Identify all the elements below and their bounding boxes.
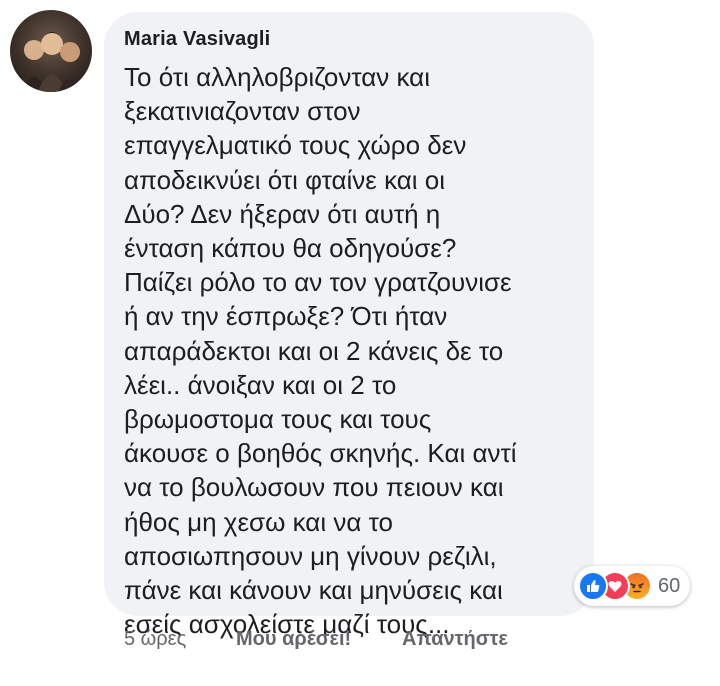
comment-text-line: Δύο? Δεν ήξεραν ότι αυτή η	[124, 198, 441, 229]
reaction-summary[interactable]: 60	[574, 566, 691, 606]
comment-text-line: Παίζει ρόλο το αν τον γρατζουνισε	[124, 267, 512, 298]
like-icon	[578, 571, 608, 601]
avatar[interactable]	[10, 10, 92, 92]
comment-text-line: απαράδεκτοι και οι 2 κάνεις δε το	[124, 335, 504, 366]
comment-text-line: αποδεικνύει ότι φταίνε και οι	[124, 164, 446, 195]
comment-text-line: βρωμοστομα τους και τους	[124, 404, 432, 435]
reply-button[interactable]: Απαντήστε	[402, 628, 508, 651]
comment-text-line: εσείς ασχολείστε μαζί τους...	[124, 609, 450, 640]
comment-text-line: ένταση κάπου θα οδηγούσε?	[124, 233, 457, 264]
comment-text-line: λέει.. άνοιξαν και οι 2 το	[124, 369, 397, 400]
comment-text-line: ή αν την έσπρωξε? Ότι ήταν	[124, 301, 448, 332]
comment-text-line: αποσιωπησουν μη γίνουν ρεζιλι,	[124, 540, 497, 571]
comment-text-line: να το βουλωσουν που πειουν και	[124, 472, 504, 503]
comment-author[interactable]: Maria Vasivagli	[124, 28, 270, 51]
comment-text-line: ήθος μη χεσω και να το	[124, 506, 393, 537]
comment-timestamp[interactable]: 5 ώρες	[124, 628, 186, 651]
comment-text-line: ξεκατινιαζονταν στον	[124, 96, 361, 127]
comment-text: Το ότι αλληλοβριζονταν και ξεκατινιαζοντ…	[124, 60, 584, 641]
like-button[interactable]: Μου αρέσει!	[236, 628, 351, 651]
reaction-count: 60	[658, 574, 681, 597]
comment-text-line: Το ότι αλληλοβριζονταν και	[124, 62, 430, 92]
comment-text-line: άκουσε ο βοηθός σκηνής. Και αντί	[124, 438, 517, 469]
comment-text-line: πάνε και κάνουν και μηνύσεις και	[124, 575, 503, 606]
comment-text-line: επαγγελματικό τους χώρο δεν	[124, 130, 467, 161]
